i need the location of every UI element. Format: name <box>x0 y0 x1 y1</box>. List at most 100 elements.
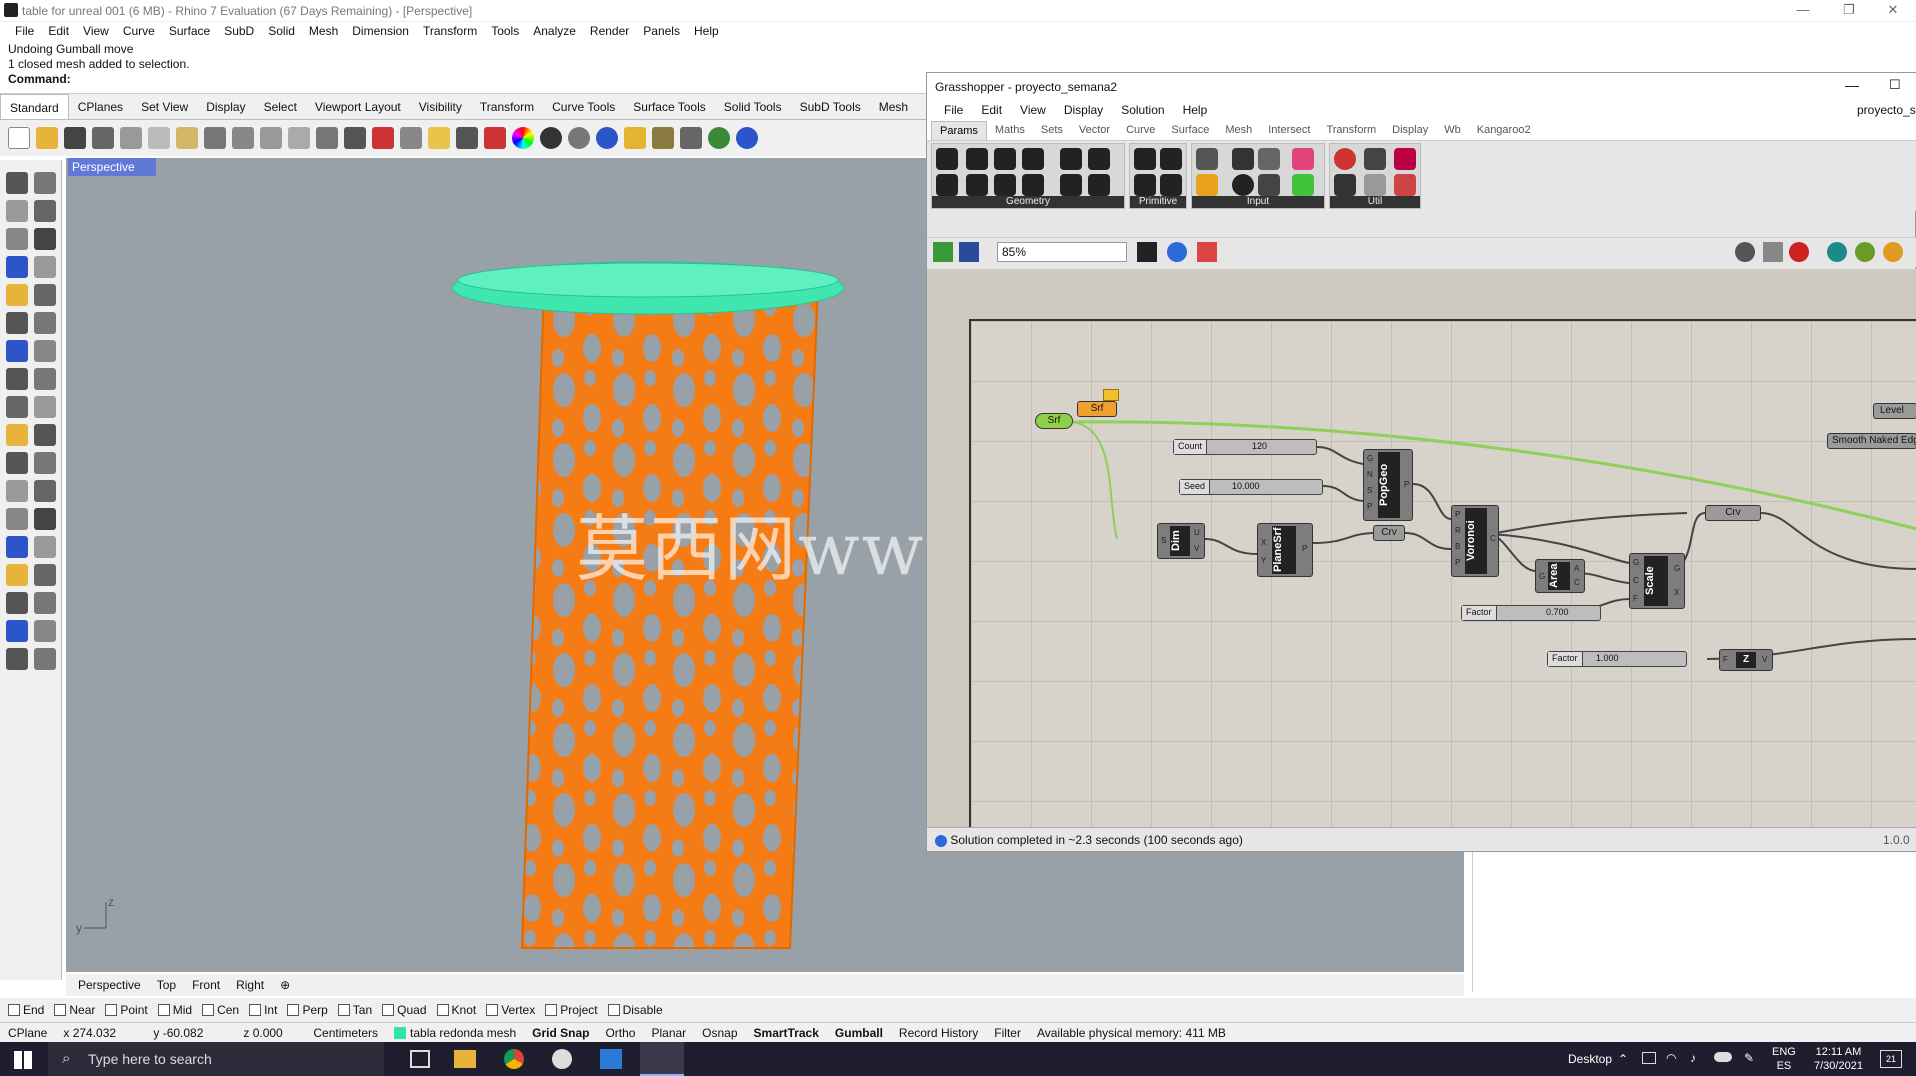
toolbar-tab-standard[interactable]: Standard <box>0 94 69 119</box>
gradient-icon[interactable] <box>1292 148 1314 170</box>
toolbar-tab-curve-tools[interactable]: Curve Tools <box>543 94 624 119</box>
voronoi-input-p[interactable]: P <box>1455 510 1460 519</box>
plane-param-icon[interactable] <box>1022 174 1044 196</box>
unit-z-component[interactable]: F Z V <box>1719 649 1773 671</box>
pan-icon[interactable] <box>232 127 254 149</box>
render-sphere-icon[interactable] <box>540 127 562 149</box>
battery-icon[interactable] <box>1642 1052 1656 1064</box>
help-icon[interactable] <box>736 127 758 149</box>
menu-render[interactable]: Render <box>583 22 636 40</box>
gh-menu-display[interactable]: Display <box>1055 99 1112 121</box>
level-input[interactable]: Level <box>1873 403 1916 419</box>
graph-icon[interactable] <box>1196 174 1218 196</box>
area-output-c[interactable]: C <box>1574 578 1580 587</box>
dimension-icon[interactable] <box>680 127 702 149</box>
menu-view[interactable]: View <box>76 22 116 40</box>
gear-icon[interactable] <box>652 127 674 149</box>
menu-surface[interactable]: Surface <box>162 22 217 40</box>
boolean-param-icon[interactable] <box>1134 148 1156 170</box>
smarttrack-toggle[interactable]: SmartTrack <box>746 1026 827 1040</box>
button-icon[interactable] <box>1232 174 1254 196</box>
restore-icon[interactable]: ❐ <box>1834 2 1864 20</box>
left-tool-8-icon[interactable] <box>6 284 28 306</box>
grasshopper-icon[interactable] <box>708 127 730 149</box>
save-icon[interactable] <box>64 127 86 149</box>
preview-shaded-icon[interactable] <box>1763 242 1783 262</box>
left-tool-12-icon[interactable] <box>6 340 28 362</box>
osnap-quad[interactable]: Quad <box>382 1003 427 1017</box>
zoom-extents-icon[interactable] <box>316 127 338 149</box>
sketch-icon[interactable] <box>1197 242 1217 262</box>
planar-toggle[interactable]: Planar <box>643 1026 694 1040</box>
left-tool-35-icon[interactable] <box>34 648 56 670</box>
menu-transform[interactable]: Transform <box>416 22 484 40</box>
left-tool-25-icon[interactable] <box>34 508 56 530</box>
dim-component[interactable]: S Dim U V <box>1157 523 1205 559</box>
dim-output-v[interactable]: V <box>1194 544 1199 553</box>
factor-slider-2[interactable]: Factor 1.000 <box>1547 651 1687 667</box>
gh-maximize-icon[interactable]: ☐ <box>1889 77 1901 93</box>
osnap-perp[interactable]: Perp <box>287 1003 328 1017</box>
toolbar-tab-surface-tools[interactable]: Surface Tools <box>624 94 715 119</box>
left-tool-22-icon[interactable] <box>6 480 28 502</box>
save-doc-icon[interactable] <box>959 242 979 262</box>
gh-tab-params[interactable]: Params <box>931 121 987 140</box>
gh-doc-tab[interactable]: proyecto_se <box>1857 103 1916 117</box>
osnap-end[interactable]: End <box>8 1003 44 1017</box>
box-param-icon[interactable] <box>1060 174 1082 196</box>
arrow-outline-icon[interactable] <box>1364 174 1386 196</box>
srf-param-orange[interactable]: Srf <box>1077 401 1117 417</box>
popgeo-input-n[interactable]: N <box>1367 470 1373 479</box>
copy-icon[interactable] <box>148 127 170 149</box>
left-tool-28-icon[interactable] <box>6 564 28 586</box>
menu-tools[interactable]: Tools <box>484 22 526 40</box>
left-tool-21-icon[interactable] <box>34 452 56 474</box>
text-param-icon[interactable] <box>1160 174 1182 196</box>
osnap-near[interactable]: Near <box>54 1003 95 1017</box>
gh-tab-mesh[interactable]: Mesh <box>1217 121 1260 140</box>
color-swatch-icon[interactable] <box>1292 174 1314 196</box>
preview-wireframe-icon[interactable] <box>1735 242 1755 262</box>
left-tool-19-icon[interactable] <box>34 424 56 446</box>
left-tool-6-icon[interactable] <box>6 256 28 278</box>
osnap-knot[interactable]: Knot <box>436 1003 476 1017</box>
left-tool-4-icon[interactable] <box>6 228 28 250</box>
osnap-project[interactable]: Project <box>545 1003 598 1017</box>
toolbar-tab-subd-tools[interactable]: SubD Tools <box>791 94 870 119</box>
undo-icon[interactable] <box>204 127 226 149</box>
scale-input-g[interactable]: G <box>1633 558 1639 567</box>
gh-canvas[interactable]: Srf Srf Count 120 Seed 10.000 G N S P Po… <box>927 269 1916 827</box>
surface-param-icon[interactable] <box>1022 148 1044 170</box>
popgeo-input-g[interactable]: G <box>1367 454 1373 463</box>
cut-icon[interactable] <box>120 127 142 149</box>
gh-menu-edit[interactable]: Edit <box>972 99 1011 121</box>
planesrf-input-y[interactable]: Y <box>1261 556 1266 565</box>
voronoi-input-p2[interactable]: P <box>1455 558 1460 567</box>
gh-menu-solution[interactable]: Solution <box>1112 99 1173 121</box>
left-tool-16-icon[interactable] <box>6 396 28 418</box>
popgeo-input-p[interactable]: P <box>1367 502 1372 511</box>
unreal-icon[interactable] <box>552 1049 572 1069</box>
bake-icon[interactable] <box>1827 242 1847 262</box>
taskbar-search-input[interactable]: ⌕ Type here to search <box>48 1042 384 1076</box>
windows-start-icon[interactable] <box>14 1051 32 1069</box>
open-doc-icon[interactable] <box>933 242 953 262</box>
subd-param-icon[interactable] <box>1088 174 1110 196</box>
chrome-icon[interactable] <box>504 1049 524 1069</box>
viewport-label[interactable]: Perspective <box>68 158 156 176</box>
toolbar-tab-mesh[interactable]: Mesh <box>870 94 917 119</box>
toolbar-tab-set-view[interactable]: Set View <box>132 94 197 119</box>
tray-chevron-icon[interactable]: ⌃ <box>1618 1052 1628 1066</box>
scale-component[interactable]: G C F Scale G X <box>1629 553 1685 609</box>
grid-icon[interactable] <box>344 127 366 149</box>
grid-snap-toggle[interactable]: Grid Snap <box>524 1026 597 1040</box>
dim-input-s[interactable]: S <box>1161 536 1166 545</box>
osnap-mid[interactable]: Mid <box>157 1003 192 1017</box>
left-tool-27-icon[interactable] <box>34 536 56 558</box>
left-tool-31-icon[interactable] <box>34 592 56 614</box>
zoom-extents-icon[interactable] <box>1137 242 1157 262</box>
left-tool-11-icon[interactable] <box>34 312 56 334</box>
menu-dimension[interactable]: Dimension <box>345 22 416 40</box>
left-tool-15-icon[interactable] <box>34 368 56 390</box>
menu-help[interactable]: Help <box>687 22 726 40</box>
